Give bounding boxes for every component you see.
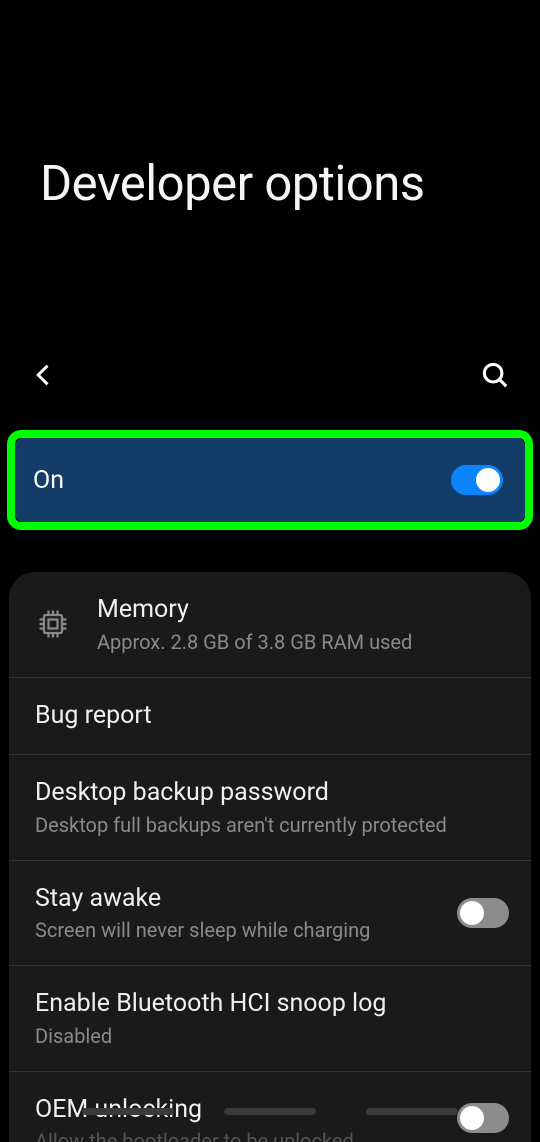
- back-icon[interactable]: [30, 361, 58, 393]
- item-subtitle: Approx. 2.8 GB of 3.8 GB RAM used: [97, 629, 509, 655]
- item-text: OEM unlocking Allow the bootloader to be…: [35, 1094, 445, 1142]
- highlight-annotation: On: [7, 430, 533, 530]
- master-toggle-row[interactable]: On: [15, 438, 525, 522]
- stay-awake-switch[interactable]: [457, 898, 509, 928]
- nav-home[interactable]: [224, 1108, 316, 1115]
- settings-list: Memory Approx. 2.8 GB of 3.8 GB RAM used…: [9, 572, 531, 1142]
- item-title: Bug report: [35, 700, 509, 733]
- setting-item-bluetooth-hci[interactable]: Enable Bluetooth HCI snoop log Disabled: [9, 966, 531, 1072]
- setting-item-desktop-backup[interactable]: Desktop backup password Desktop full bac…: [9, 755, 531, 861]
- item-text: Enable Bluetooth HCI snoop log Disabled: [35, 988, 509, 1049]
- item-text: Bug report: [35, 700, 509, 733]
- search-icon[interactable]: [480, 360, 510, 394]
- memory-icon: [35, 606, 71, 642]
- item-title: Memory: [97, 594, 509, 627]
- item-subtitle: Desktop full backups aren't currently pr…: [35, 812, 509, 838]
- setting-item-memory[interactable]: Memory Approx. 2.8 GB of 3.8 GB RAM used: [9, 572, 531, 678]
- nav-bar: [0, 1108, 540, 1115]
- toolbar: [0, 352, 540, 402]
- setting-item-stay-awake[interactable]: Stay awake Screen will never sleep while…: [9, 861, 531, 967]
- item-text: Desktop backup password Desktop full bac…: [35, 777, 509, 838]
- master-toggle-label: On: [33, 466, 64, 495]
- setting-item-oem-unlocking[interactable]: OEM unlocking Allow the bootloader to be…: [9, 1072, 531, 1142]
- page-title: Developer options: [0, 0, 540, 212]
- item-text: Memory Approx. 2.8 GB of 3.8 GB RAM used: [97, 594, 509, 655]
- item-text: Stay awake Screen will never sleep while…: [35, 883, 445, 944]
- item-subtitle: Screen will never sleep while charging: [35, 917, 445, 943]
- nav-back[interactable]: [366, 1108, 458, 1115]
- item-subtitle: Allow the bootloader to be unlocked: [35, 1128, 445, 1142]
- switch-thumb: [460, 901, 484, 925]
- item-title: Desktop backup password: [35, 777, 509, 810]
- master-toggle-switch[interactable]: [451, 465, 503, 495]
- switch-thumb: [476, 468, 500, 492]
- item-subtitle: Disabled: [35, 1023, 509, 1049]
- nav-recent[interactable]: [82, 1108, 174, 1115]
- item-title: Stay awake: [35, 883, 445, 916]
- item-title: Enable Bluetooth HCI snoop log: [35, 988, 509, 1021]
- setting-item-bug-report[interactable]: Bug report: [9, 678, 531, 756]
